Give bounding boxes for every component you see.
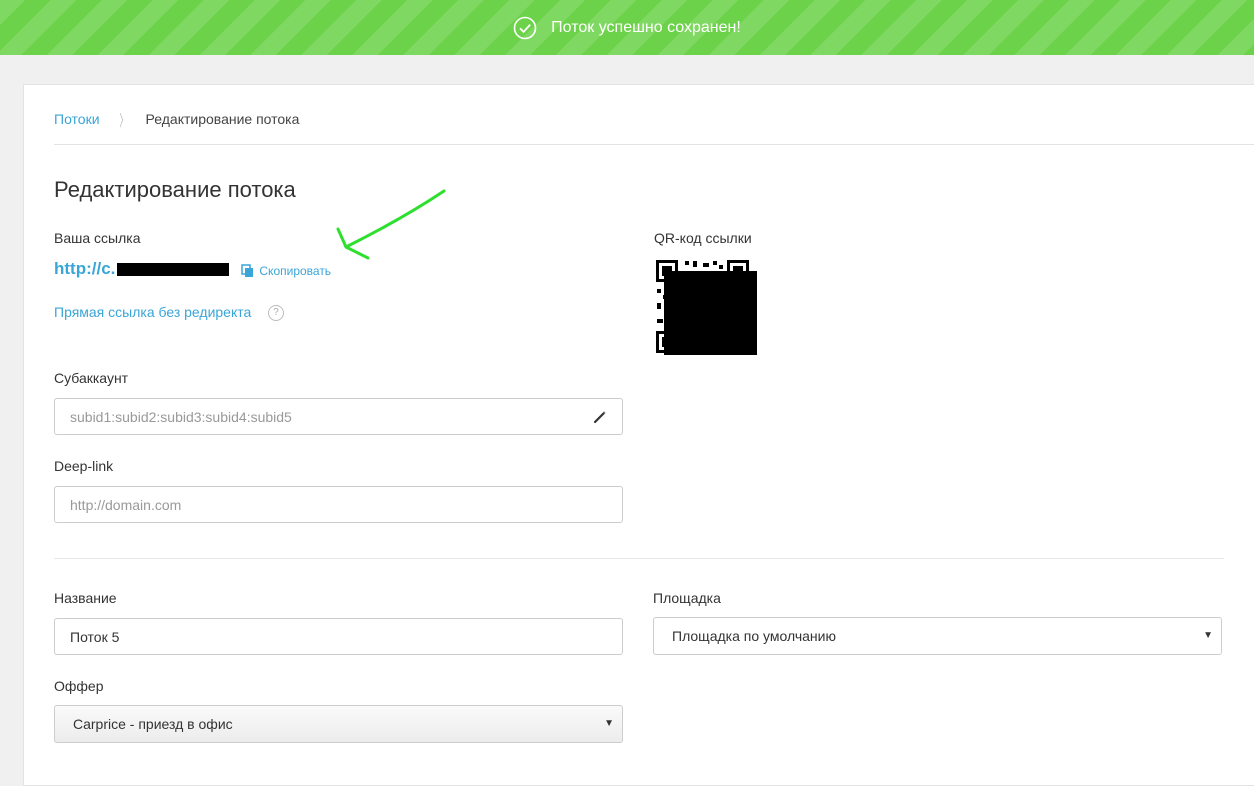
copy-button-label: Скопировать	[259, 264, 332, 278]
platform-select[interactable]: Площадка по умолчанию ▼	[653, 617, 1222, 655]
deeplink-label: Deep-link	[54, 458, 114, 474]
copy-button[interactable]: Скопировать	[241, 264, 331, 278]
annotation-arrow	[336, 189, 446, 260]
direct-link-toggle[interactable]: Прямая ссылка без редиректа	[54, 304, 251, 320]
link-row: http://c. Скопировать	[54, 259, 331, 279]
qr-code-label: QR-код ссылки	[654, 230, 752, 246]
your-link-label: Ваша ссылка	[54, 230, 141, 246]
platform-selected-value: Площадка по умолчанию	[672, 628, 836, 644]
copy-icon	[241, 264, 254, 277]
qr-code-image	[655, 259, 757, 355]
success-banner: Поток успешно сохранен!	[0, 0, 1254, 55]
offer-select[interactable]: Carprice - приезд в офис ▼	[54, 705, 623, 743]
subaccount-label: Субаккаунт	[54, 370, 129, 386]
name-label: Название	[54, 590, 117, 606]
generate-subid-button[interactable]	[578, 398, 623, 435]
redacted-block	[117, 262, 230, 276]
divider	[54, 144, 1254, 145]
dropdown-caret-icon: ▼	[604, 718, 614, 729]
name-input[interactable]	[54, 618, 623, 655]
breadcrumb-streams-link[interactable]: Потоки	[54, 111, 100, 127]
breadcrumb-current: Редактирование потока	[145, 111, 300, 127]
deeplink-input[interactable]	[54, 486, 623, 523]
dropdown-caret-icon: ▼	[1203, 630, 1213, 641]
success-message: Поток успешно сохранен!	[551, 18, 741, 36]
check-circle-icon	[513, 16, 537, 39]
magic-wand-icon	[593, 410, 606, 423]
stream-edit-card: Потоки 〉 Редактирование потока Редактиро…	[23, 84, 1254, 786]
breadcrumb: Потоки 〉 Редактирование потока	[54, 107, 299, 131]
help-icon[interactable]: ?	[268, 305, 284, 321]
stream-link[interactable]: http://c.	[54, 259, 115, 279]
offer-selected-value: Carprice - приезд в офис	[73, 716, 233, 732]
platform-label: Площадка	[653, 590, 721, 606]
page-title: Редактирование потока	[54, 177, 296, 202]
subaccount-input[interactable]	[54, 398, 579, 435]
breadcrumb-separator-icon: 〉	[118, 113, 129, 130]
section-divider	[54, 558, 1224, 559]
offer-label: Оффер	[54, 678, 104, 694]
